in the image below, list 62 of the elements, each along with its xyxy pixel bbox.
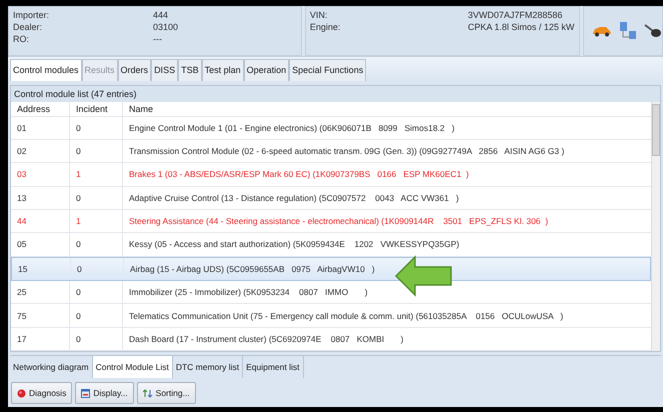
sort-icon bbox=[142, 388, 153, 398]
toolbar-button[interactable]: Diagnosis bbox=[11, 382, 72, 404]
table-cell-text: 05 bbox=[16, 238, 28, 252]
table-cell: 0 bbox=[69, 140, 122, 162]
table-row[interactable]: 17 0 Dash Board (17 - Instrument cluster) (5C6920974E 0807 KOMBI ) bbox=[11, 328, 651, 352]
table-row[interactable]: 25 0 Immobilizer (25 - Immobilizer) (5K0953234 0807 IMMO ) bbox=[11, 281, 651, 304]
tab[interactable]: Control modules bbox=[10, 59, 82, 81]
table-cell-text: 75 bbox=[16, 310, 28, 323]
info-value: 03100 bbox=[153, 22, 180, 32]
table-cell: 0 bbox=[69, 186, 122, 209]
table-cell: 0 bbox=[69, 233, 122, 256]
table-cell-text: 02 bbox=[16, 145, 28, 158]
info-value: --- bbox=[153, 34, 163, 44]
tab[interactable]: Special Functions bbox=[289, 59, 366, 81]
info-value: 3VWD07AJ7FM288586 bbox=[468, 10, 564, 20]
tab[interactable]: DISS bbox=[151, 59, 178, 81]
network-icon[interactable] bbox=[618, 21, 638, 41]
table-row[interactable]: 13 0 Adaptive Cruise Control (13 - Distance regulation) (5C0907572 0043 ACC VW361 ) bbox=[11, 186, 651, 210]
info-label: VIN: bbox=[310, 10, 328, 20]
table-row[interactable]: 03 1 Brakes 1 (03 - ABS/EDS/ASR/ESP Mark 60 EC) (1K0907379BS 0166 ESP MK60EC1 ) bbox=[11, 163, 651, 187]
table-cell: 0 bbox=[69, 304, 122, 327]
table-row[interactable]: 75 0 Telematics Communication Unit (75 - Emergency call module & comm. unit) (561035285A 0156 OCULowUSA ) bbox=[11, 304, 651, 328]
table-cell-text: 15 bbox=[17, 262, 28, 276]
info-value: 444 bbox=[153, 10, 170, 20]
tab[interactable]: Control Module List bbox=[92, 356, 173, 378]
arrow-icon bbox=[395, 255, 453, 297]
info-value: CPKA 1.8l Simos / 125 kW bbox=[468, 22, 575, 32]
table-row[interactable]: 01 0 Engine Control Module 1 (01 - Engine electronics) (06K906071B 8099 Simos18.2 ) bbox=[11, 116, 651, 140]
table-cell: 0 bbox=[69, 281, 122, 304]
car-icon[interactable] bbox=[592, 25, 612, 37]
info-label: Engine: bbox=[310, 22, 342, 32]
table-cell-text: 03 bbox=[16, 168, 28, 182]
table-row[interactable]: 02 0 Transmission Control Module (02 - 6-speed automatic transm. 09G (Gen. 3)) (09G927749A 2856 AISIN AG6 G3 ) bbox=[11, 140, 651, 164]
table-row[interactable]: 05 0 Kessy (05 - Access and start authorization) (5K0959434E 1202 VWKESSYPQ35GP) bbox=[11, 233, 651, 257]
column-header[interactable]: Incident bbox=[69, 102, 122, 116]
table-cell: 0 bbox=[70, 258, 123, 280]
toolbar-button[interactable]: Sorting... bbox=[136, 382, 196, 404]
table-cell: 1 bbox=[69, 210, 122, 232]
tab[interactable]: Orders bbox=[118, 59, 152, 81]
table-cell-text: 01 bbox=[16, 122, 28, 135]
table-cell: 0 bbox=[69, 116, 122, 139]
scrollbar[interactable] bbox=[651, 102, 660, 351]
list-title: Control module list (47 entries) bbox=[11, 86, 660, 102]
table-cell-text: 44 bbox=[16, 215, 28, 228]
key-icon[interactable] bbox=[644, 23, 662, 39]
stop-icon bbox=[17, 388, 26, 398]
info-label: RO: bbox=[13, 34, 30, 44]
window-icon bbox=[81, 388, 90, 398]
tab[interactable]: Operation bbox=[244, 59, 290, 81]
table-cell-text: 17 bbox=[16, 332, 28, 346]
column-header[interactable]: Address bbox=[11, 102, 69, 116]
tab[interactable]: Test plan bbox=[202, 59, 244, 81]
info-label: Importer: bbox=[13, 10, 50, 20]
toolbar-button[interactable]: Display... bbox=[75, 382, 134, 404]
table-cell-text: 25 bbox=[16, 286, 28, 300]
tab[interactable]: TSB bbox=[178, 59, 202, 81]
table-cell: 1 bbox=[69, 163, 122, 186]
table-row[interactable]: 44 1 Steering Assistance (44 - Steering assistance - electromechanical) (1K0909144R 3501 EPS_ZFLS Kl. 306 ) bbox=[11, 210, 651, 234]
info-label: Dealer: bbox=[13, 22, 44, 32]
table-cell-text: 13 bbox=[16, 192, 28, 205]
table-row[interactable]: 15 0 Airbag (15 - Airbag UDS) (5C0959655AB 0975 AirbagVW10 ) bbox=[11, 256, 651, 281]
table-cell: 0 bbox=[69, 328, 122, 350]
